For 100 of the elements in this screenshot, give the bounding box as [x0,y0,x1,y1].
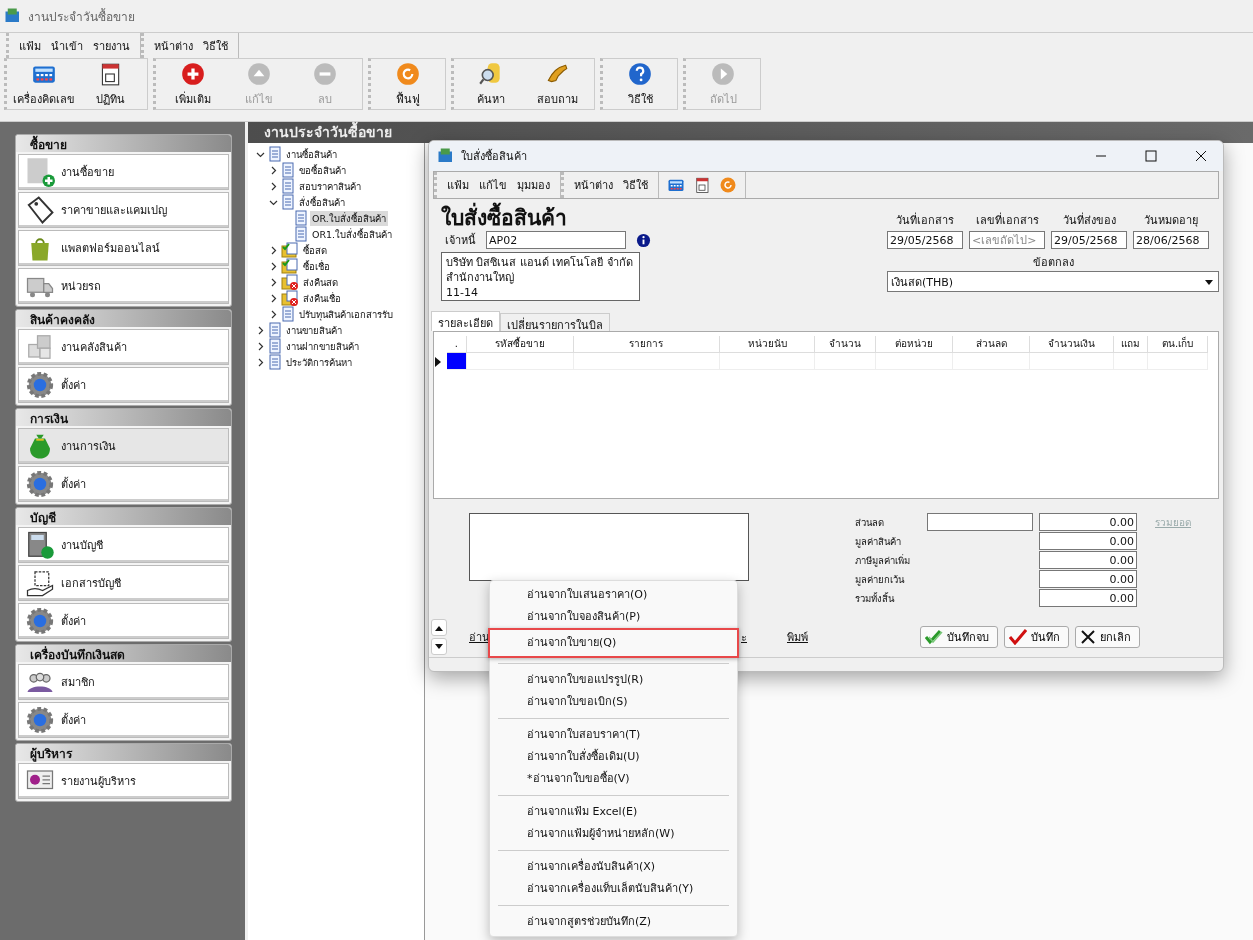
column-header[interactable]: จำนวน [815,336,876,353]
sidebar-item[interactable]: งานบัญชี [18,527,229,563]
column-header[interactable]: ตน.เก็บ [1148,336,1208,353]
menu-item[interactable]: อ่านจากเครื่องแท็บเล็ตนับสินค้า(Y) [490,878,737,900]
sidebar-item[interactable]: ราคาขายและแคมเปญ [18,192,229,228]
move-up-button[interactable] [431,619,447,636]
section-header[interactable]: ซื้อขาย [16,135,231,152]
tree-item[interactable]: งานฝากขายสินค้า [284,338,361,354]
sidebar-item[interactable]: ตั้งค่า [18,603,229,639]
menu-item[interactable]: อ่านจากใบขอเบิก(S) [490,691,737,713]
toolbar-button[interactable]: เพิ่มเติม [160,59,226,109]
menu-item[interactable]: แฟ้ม [447,176,469,194]
menu-item[interactable]: หน้าต่าง [154,36,193,55]
tree-item[interactable]: งานซื้อสินค้า [284,146,339,162]
sidebar-item[interactable]: งานการเงิน [18,428,229,464]
sidebar-item[interactable]: สมาชิก [18,664,229,700]
sidebar-item[interactable]: ตั้งค่า [18,702,229,738]
tree-item[interactable]: OR1.ใบสั่งซื้อสินค้า [310,226,395,242]
date-field[interactable]: 28/06/2568 [1133,231,1209,249]
tree-item[interactable]: ซื้อสด [301,242,329,258]
toolbar-button[interactable]: สอบถาม [524,59,590,109]
sidebar-item[interactable]: เอกสารบัญชี [18,565,229,601]
column-header[interactable]: รายการ [573,336,721,353]
sidebar-item[interactable]: ตั้งค่า [18,466,229,502]
total-label: ส่วนลด [855,515,885,530]
tree-item[interactable]: สอบราคาสินค้า [297,178,363,194]
action-button[interactable]: บันทึกจบ [920,626,998,648]
action-button[interactable]: บันทึก [1004,626,1069,648]
column-header[interactable]: ส่วนลด [952,336,1031,353]
info-icon [636,232,651,248]
sidebar-item[interactable]: งานซื้อขาย [18,154,229,190]
move-down-button[interactable] [431,638,447,655]
menu-item[interactable]: อ่านจากใบขาย(Q) [488,628,739,658]
section-header[interactable]: เครื่องบันทึกเงินสด [16,645,231,662]
terms-dropdown[interactable]: เงินสด(THB) [887,271,1219,292]
amount-field[interactable]: 0.00 [1039,570,1137,588]
date-field[interactable]: 29/05/2568 [887,231,963,249]
document-icon [281,162,295,178]
amount-field[interactable]: 0.00 [1039,589,1137,607]
tree-item[interactable]: ส่งคืนสด [301,274,340,290]
menu-item[interactable]: อ่านจากเครื่องนับสินค้า(X) [490,856,737,878]
menu-item[interactable]: วิธีใช้ [203,36,228,55]
sidebar-item[interactable]: แพลตฟอร์มออนไลน์ [18,230,229,266]
column-header[interactable]: ต่อหน่วย [875,336,953,353]
calendar-icon [693,176,711,194]
toolbar-button[interactable]: เครื่องคิดเลข [11,59,77,109]
column-header[interactable]: หน่วยนับ [720,336,815,353]
section-header[interactable]: การเงิน [16,409,231,426]
menu-item[interactable]: มุมมอง [517,176,550,194]
menu-item[interactable]: อ่านจากแฟ้ม Excel(E) [490,801,737,823]
sidebar-item[interactable]: รายงานผู้บริหาร [18,763,229,799]
action-button[interactable]: ยกเลิก [1075,626,1140,648]
tab[interactable]: รายละเอียด [431,311,500,331]
column-header[interactable]: จำนวนเงิน [1030,336,1115,353]
section-header[interactable]: ผู้บริหาร [16,744,231,761]
tree-item[interactable]: สั่งซื้อสินค้า [297,194,347,210]
address-box[interactable]: บริษัท บิสซิเนส แอนด์ เทคโนโลยี จำกัด สำนักงานใหญ่ 11-14 [441,252,640,301]
sidebar-item[interactable]: งานคลังสินค้า [18,329,229,365]
tree-item[interactable]: ปรับทุนสินค้าเอกสารรับ [297,306,395,322]
menu-item[interactable]: อ่านจากสูตรช่วยบันทึก(Z) [490,911,737,933]
menu-item[interactable]: อ่านจากใบขอแปรรูป(R) [490,669,737,691]
sidebar-item[interactable]: หน่วยรถ [18,268,229,304]
menu-item[interactable]: อ่านจากใบสอบราคา(T) [490,724,737,746]
date-field[interactable]: 29/05/2568 [1051,231,1127,249]
toolbar-button[interactable]: ปฏิทิน [77,59,143,109]
menu-item[interactable]: รายงาน [93,36,130,55]
note-field[interactable] [469,513,749,581]
menu-item[interactable]: นำเข้า [51,36,83,55]
toolbar-button[interactable]: ค้นหา [458,59,524,109]
print-link[interactable]: พิมพ์ [787,628,808,646]
menu-item[interactable]: วิธีใช้ [623,176,648,194]
menu-item[interactable]: แก้ไข [479,176,507,194]
creditor-field[interactable]: AP02 [486,231,626,249]
tab[interactable]: เปลี่ยนรายการในบิล [500,313,610,331]
tree-item[interactable]: ขอซื้อสินค้า [297,162,348,178]
column-header[interactable]: รหัสซื้อขาย [466,336,574,353]
menu-item[interactable]: *อ่านจากใบขอซื้อ(V) [490,768,737,790]
date-field[interactable]: <เลขถัดไป> [969,231,1045,249]
tree-item[interactable]: ประวัติการค้นหา [284,354,354,370]
tree-item[interactable]: ส่งคืนเชื่อ [301,290,343,306]
menu-item[interactable]: อ่านจากใบเสนอราคา(O) [490,584,737,606]
amount-field[interactable]: 0.00 [1039,513,1137,531]
amount-field[interactable]: 0.00 [1039,532,1137,550]
section-header[interactable]: บัญชี [16,508,231,525]
tree-item[interactable]: ซื้อเชื่อ [301,258,332,274]
discount-field[interactable] [927,513,1033,531]
menu-item[interactable]: หน้าต่าง [574,176,613,194]
text-link[interactable]: ะ [741,628,747,646]
total-label: ภาษีมูลค่าเพิ่ม [855,553,911,568]
section-header[interactable]: สินค้าคงคลัง [16,310,231,327]
amount-field[interactable]: 0.00 [1039,551,1137,569]
menu-item[interactable]: อ่านจากใบจองสินค้า(P) [490,606,737,628]
menu-item[interactable]: อ่านจากแฟ้มผู้จำหน่ายหลัก(W) [490,823,737,845]
column-header[interactable]: แถม [1114,336,1149,353]
tree-item[interactable]: งานขายสินค้า [284,322,344,338]
sidebar-item[interactable]: ตั้งค่า [18,367,229,403]
tree-item[interactable]: OR.ใบสั่งซื้อสินค้า [310,210,388,226]
field-label: วันที่เอกสาร [896,211,954,229]
menu-item[interactable]: แฟ้ม [19,36,41,55]
menu-item[interactable]: อ่านจากใบสั่งซื้อเดิม(U) [490,746,737,768]
